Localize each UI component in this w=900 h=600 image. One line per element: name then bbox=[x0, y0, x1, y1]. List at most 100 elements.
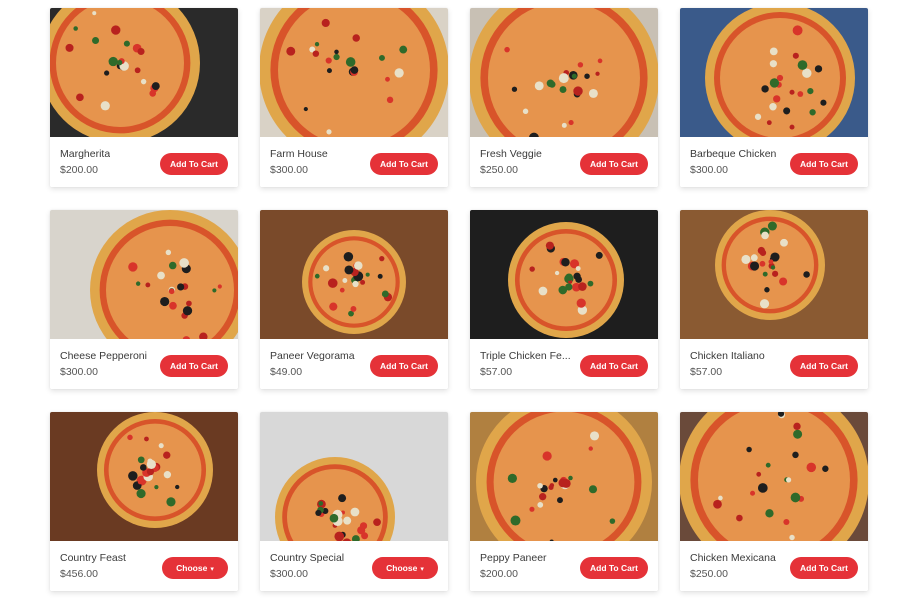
pizza-topping bbox=[177, 283, 185, 291]
pizza-topping bbox=[381, 290, 389, 298]
add-to-cart-button[interactable]: Add To Cart bbox=[579, 153, 648, 175]
peppy-paneer-pizza-image bbox=[470, 412, 658, 541]
pizza-topping bbox=[286, 46, 296, 56]
product-price: $300.00 bbox=[270, 164, 308, 176]
product-price: $57.00 bbox=[690, 366, 723, 378]
product-name[interactable]: Peppy Paneer bbox=[480, 552, 547, 564]
add-to-cart-button[interactable]: Add To Cart bbox=[369, 355, 438, 377]
add-to-cart-button[interactable]: Add To Cart bbox=[789, 557, 858, 579]
pizza-topping bbox=[554, 270, 560, 276]
add-to-cart-button[interactable]: Add To Cart bbox=[369, 153, 438, 175]
add-to-cart-button[interactable]: Add To Cart bbox=[579, 355, 648, 377]
product-card[interactable]: Triple Chicken Fe... $57.00 Add To Cart bbox=[470, 210, 658, 389]
pizza-topping bbox=[128, 471, 138, 481]
pizza-topping bbox=[588, 485, 598, 494]
add-to-cart-button[interactable]: Add To Cart bbox=[159, 153, 228, 175]
cheese-pepperoni-pizza-greens-image bbox=[50, 210, 238, 339]
product-name[interactable]: Farm House bbox=[270, 148, 328, 160]
product-image[interactable] bbox=[50, 210, 238, 339]
product-card[interactable]: Fresh Veggie $250.00 Add To Cart bbox=[470, 8, 658, 187]
pizza-topping bbox=[168, 288, 175, 295]
pizza-topping bbox=[140, 78, 147, 85]
product-image[interactable] bbox=[680, 210, 868, 339]
product-name[interactable]: Country Special bbox=[270, 552, 344, 564]
product-image[interactable] bbox=[470, 412, 658, 541]
add-to-cart-button[interactable]: Add To Cart bbox=[789, 355, 858, 377]
pizza-topping bbox=[127, 434, 133, 441]
product-card[interactable]: Cheese Pepperoni $300.00 Add To Cart bbox=[50, 210, 238, 389]
product-card[interactable]: Chicken Mexicana $250.00 Add To Cart bbox=[680, 412, 868, 591]
product-name[interactable]: Cheese Pepperoni bbox=[60, 350, 147, 362]
pizza-topping bbox=[326, 68, 332, 74]
product-card[interactable]: Barbeque Chicken $300.00 Add To Cart bbox=[680, 8, 868, 187]
product-image[interactable] bbox=[50, 8, 238, 137]
choose-button[interactable]: Choose ▾ bbox=[162, 557, 228, 579]
pizza-topping bbox=[327, 278, 338, 288]
pizza-topping bbox=[802, 68, 812, 78]
pizza-topping bbox=[789, 534, 795, 541]
pizza-topping bbox=[773, 95, 781, 103]
product-name[interactable]: Fresh Veggie bbox=[480, 148, 542, 160]
product-name[interactable]: Country Feast bbox=[60, 552, 126, 564]
product-name[interactable]: Chicken Italiano bbox=[690, 350, 765, 362]
product-image[interactable] bbox=[260, 412, 448, 541]
product-card[interactable]: Peppy Paneer $200.00 Add To Cart bbox=[470, 412, 658, 591]
product-price: $300.00 bbox=[270, 568, 308, 580]
product-image[interactable] bbox=[50, 412, 238, 541]
margherita-pizza-on-grill-image bbox=[50, 8, 238, 137]
pizza-topping bbox=[783, 519, 790, 526]
pizza-topping bbox=[807, 88, 814, 95]
product-card[interactable]: Country Feast $456.00 Choose ▾ bbox=[50, 412, 238, 591]
product-price: $300.00 bbox=[690, 164, 728, 176]
product-card[interactable]: Paneer Vegorama $49.00 Add To Cart bbox=[260, 210, 448, 389]
product-grid: Margherita $200.00 Add To Cart Farm House $3… bbox=[0, 0, 900, 600]
pizza-topping bbox=[746, 446, 752, 453]
pizza-topping bbox=[137, 47, 145, 56]
add-to-cart-button[interactable]: Add To Cart bbox=[159, 355, 228, 377]
pizza-topping bbox=[139, 464, 147, 471]
product-card[interactable]: Farm House $300.00 Add To Cart bbox=[260, 8, 448, 187]
pizza-topping bbox=[820, 99, 827, 106]
pizza-topping bbox=[379, 256, 385, 262]
pizza-topping bbox=[764, 287, 770, 293]
pizza-topping bbox=[529, 506, 535, 512]
product-name[interactable]: Barbeque Chicken bbox=[690, 148, 776, 160]
pizza-topping bbox=[504, 46, 510, 53]
product-name[interactable]: Chicken Mexicana bbox=[690, 552, 776, 564]
product-card[interactable]: Margherita $200.00 Add To Cart bbox=[50, 8, 238, 187]
product-info: Triple Chicken Fe... $57.00 Add To Cart bbox=[470, 339, 658, 389]
pizza-topping bbox=[765, 462, 771, 468]
pizza-topping bbox=[352, 280, 359, 288]
pizza-topping bbox=[108, 56, 118, 67]
product-image[interactable] bbox=[260, 210, 448, 339]
product-card[interactable]: Chicken Italiano $57.00 Add To Cart bbox=[680, 210, 868, 389]
product-image[interactable] bbox=[470, 210, 658, 339]
barbeque-chicken-pizza-image bbox=[680, 8, 868, 137]
pizza-topping bbox=[806, 462, 817, 473]
pizza-topping bbox=[814, 65, 823, 73]
pizza-topping bbox=[186, 300, 192, 307]
paneer-vegorama-pizza-image bbox=[260, 210, 448, 339]
product-image[interactable] bbox=[680, 412, 868, 541]
pizza-topping bbox=[350, 507, 360, 517]
product-image[interactable] bbox=[470, 8, 658, 137]
pizza-topping bbox=[345, 57, 356, 67]
product-price: $200.00 bbox=[480, 568, 518, 580]
triple-chicken-feast-pizza-image bbox=[470, 210, 658, 339]
choose-button[interactable]: Choose ▾ bbox=[372, 557, 438, 579]
pizza-topping bbox=[792, 52, 799, 59]
product-image[interactable] bbox=[680, 8, 868, 137]
add-to-cart-button[interactable]: Add To Cart bbox=[579, 557, 648, 579]
add-to-cart-button[interactable]: Add To Cart bbox=[789, 153, 858, 175]
pizza-topping bbox=[136, 489, 146, 499]
pizza-topping bbox=[776, 74, 784, 82]
product-name[interactable]: Paneer Vegorama bbox=[270, 350, 355, 362]
pizza-topping bbox=[539, 493, 547, 501]
pizza-topping bbox=[507, 473, 518, 484]
product-image[interactable] bbox=[260, 8, 448, 137]
product-card[interactable]: Country Special $300.00 Choose ▾ bbox=[260, 412, 448, 591]
pizza-topping bbox=[718, 495, 723, 501]
pizza-topping bbox=[329, 302, 338, 311]
product-name[interactable]: Margherita bbox=[60, 148, 110, 160]
product-name[interactable]: Triple Chicken Fe... bbox=[480, 350, 571, 362]
